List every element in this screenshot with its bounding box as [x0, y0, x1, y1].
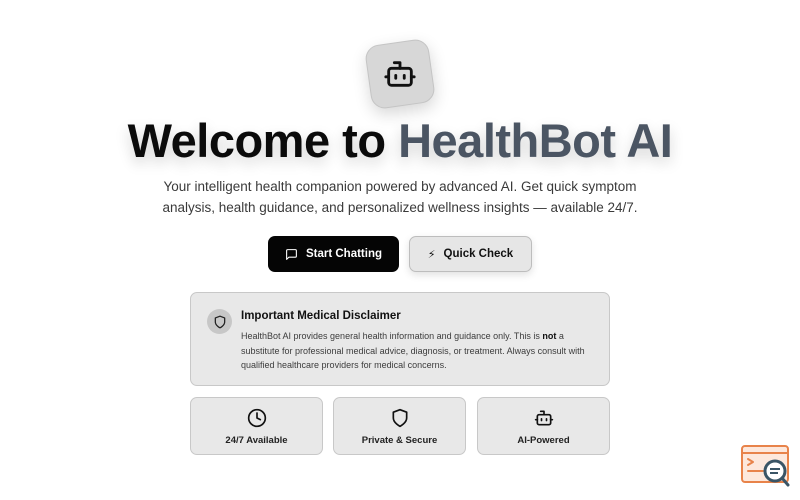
bot-icon: [384, 61, 416, 87]
disclaimer-emphasis: not: [542, 331, 557, 341]
bot-icon: [534, 410, 553, 426]
shield-icon: [392, 408, 407, 428]
start-chatting-button[interactable]: Start Chatting: [268, 236, 399, 272]
quick-check-label: Quick Check: [443, 248, 514, 260]
inspector-widget-button[interactable]: [741, 444, 791, 488]
disclaimer-title: Important Medical Disclaimer: [241, 310, 401, 322]
clock-icon: [247, 408, 266, 428]
browser-search-icon: [741, 445, 790, 487]
message-square-icon: [286, 248, 297, 260]
feature-card-security: Private & Secure: [333, 397, 466, 455]
feature-card-availability: 24/7 Available: [190, 397, 323, 455]
title-brand: HealthBot AI: [398, 114, 673, 167]
feature-card-ai: AI-Powered: [477, 397, 610, 455]
lightning-icon: ⚡: [427, 248, 436, 261]
quick-check-button[interactable]: ⚡ Quick Check: [409, 236, 532, 272]
feature-label-ai: AI-Powered: [517, 435, 570, 446]
disclaimer-body-start: HealthBot AI provides general health inf…: [241, 331, 543, 341]
feature-label-availability: 24/7 Available: [225, 435, 288, 446]
title-prefix: Welcome to: [127, 114, 386, 167]
start-chatting-label: Start Chatting: [305, 248, 383, 260]
feature-label-security: Private & Secure: [361, 435, 438, 446]
app-logo: [363, 37, 437, 111]
shield-icon: [214, 315, 225, 328]
page-title: Welcome to HealthBot AI: [0, 113, 800, 168]
medical-disclaimer-card: Important Medical Disclaimer HealthBot A…: [190, 292, 610, 386]
disclaimer-body: HealthBot AI provides general health inf…: [241, 329, 591, 373]
disclaimer-badge: [207, 309, 232, 334]
hero-subtitle: Your intelligent health companion powere…: [162, 179, 638, 215]
